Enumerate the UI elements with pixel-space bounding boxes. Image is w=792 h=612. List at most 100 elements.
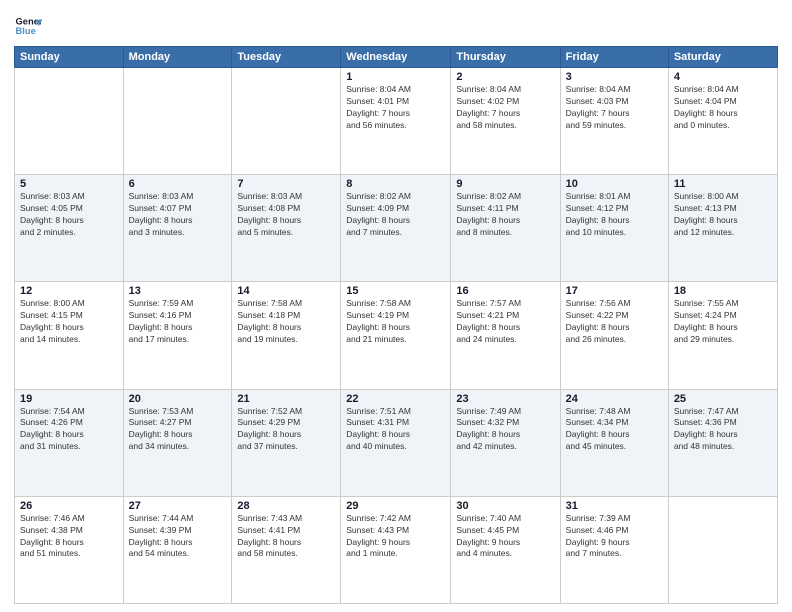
weekday-header-thursday: Thursday xyxy=(451,47,560,68)
day-cell-3: 3Sunrise: 8:04 AM Sunset: 4:03 PM Daylig… xyxy=(560,68,668,175)
day-detail: Sunrise: 8:03 AM Sunset: 4:05 PM Dayligh… xyxy=(20,191,118,239)
week-row-4: 19Sunrise: 7:54 AM Sunset: 4:26 PM Dayli… xyxy=(15,389,778,496)
day-cell-31: 31Sunrise: 7:39 AM Sunset: 4:46 PM Dayli… xyxy=(560,496,668,603)
day-number: 28 xyxy=(237,500,335,512)
day-detail: Sunrise: 8:00 AM Sunset: 4:13 PM Dayligh… xyxy=(674,191,772,239)
weekday-header-saturday: Saturday xyxy=(668,47,777,68)
weekday-header-tuesday: Tuesday xyxy=(232,47,341,68)
day-detail: Sunrise: 8:03 AM Sunset: 4:07 PM Dayligh… xyxy=(129,191,227,239)
day-cell-16: 16Sunrise: 7:57 AM Sunset: 4:21 PM Dayli… xyxy=(451,282,560,389)
day-number: 30 xyxy=(456,500,554,512)
day-detail: Sunrise: 7:47 AM Sunset: 4:36 PM Dayligh… xyxy=(674,406,772,454)
day-detail: Sunrise: 8:04 AM Sunset: 4:02 PM Dayligh… xyxy=(456,84,554,132)
day-detail: Sunrise: 7:57 AM Sunset: 4:21 PM Dayligh… xyxy=(456,298,554,346)
day-number: 26 xyxy=(20,500,118,512)
day-number: 20 xyxy=(129,393,227,405)
day-cell-13: 13Sunrise: 7:59 AM Sunset: 4:16 PM Dayli… xyxy=(123,282,232,389)
day-detail: Sunrise: 7:59 AM Sunset: 4:16 PM Dayligh… xyxy=(129,298,227,346)
day-detail: Sunrise: 7:58 AM Sunset: 4:19 PM Dayligh… xyxy=(346,298,445,346)
day-cell-28: 28Sunrise: 7:43 AM Sunset: 4:41 PM Dayli… xyxy=(232,496,341,603)
logo: General Blue xyxy=(14,12,46,40)
day-detail: Sunrise: 7:48 AM Sunset: 4:34 PM Dayligh… xyxy=(566,406,663,454)
day-detail: Sunrise: 8:00 AM Sunset: 4:15 PM Dayligh… xyxy=(20,298,118,346)
day-number: 11 xyxy=(674,178,772,190)
day-cell-10: 10Sunrise: 8:01 AM Sunset: 4:12 PM Dayli… xyxy=(560,175,668,282)
week-row-5: 26Sunrise: 7:46 AM Sunset: 4:38 PM Dayli… xyxy=(15,496,778,603)
weekday-header-monday: Monday xyxy=(123,47,232,68)
empty-cell xyxy=(123,68,232,175)
calendar-table: SundayMondayTuesdayWednesdayThursdayFrid… xyxy=(14,46,778,604)
day-detail: Sunrise: 7:49 AM Sunset: 4:32 PM Dayligh… xyxy=(456,406,554,454)
day-detail: Sunrise: 7:42 AM Sunset: 4:43 PM Dayligh… xyxy=(346,513,445,561)
day-number: 24 xyxy=(566,393,663,405)
day-cell-20: 20Sunrise: 7:53 AM Sunset: 4:27 PM Dayli… xyxy=(123,389,232,496)
day-number: 19 xyxy=(20,393,118,405)
day-cell-26: 26Sunrise: 7:46 AM Sunset: 4:38 PM Dayli… xyxy=(15,496,124,603)
empty-cell xyxy=(668,496,777,603)
day-number: 18 xyxy=(674,285,772,297)
day-number: 3 xyxy=(566,71,663,83)
day-cell-12: 12Sunrise: 8:00 AM Sunset: 4:15 PM Dayli… xyxy=(15,282,124,389)
day-cell-4: 4Sunrise: 8:04 AM Sunset: 4:04 PM Daylig… xyxy=(668,68,777,175)
day-cell-6: 6Sunrise: 8:03 AM Sunset: 4:07 PM Daylig… xyxy=(123,175,232,282)
empty-cell xyxy=(232,68,341,175)
day-detail: Sunrise: 8:04 AM Sunset: 4:01 PM Dayligh… xyxy=(346,84,445,132)
day-number: 23 xyxy=(456,393,554,405)
day-detail: Sunrise: 7:55 AM Sunset: 4:24 PM Dayligh… xyxy=(674,298,772,346)
calendar-page: General Blue SundayMondayTuesdayWednesda… xyxy=(0,0,792,612)
day-detail: Sunrise: 8:04 AM Sunset: 4:04 PM Dayligh… xyxy=(674,84,772,132)
day-cell-22: 22Sunrise: 7:51 AM Sunset: 4:31 PM Dayli… xyxy=(341,389,451,496)
day-detail: Sunrise: 7:53 AM Sunset: 4:27 PM Dayligh… xyxy=(129,406,227,454)
day-cell-14: 14Sunrise: 7:58 AM Sunset: 4:18 PM Dayli… xyxy=(232,282,341,389)
day-detail: Sunrise: 7:43 AM Sunset: 4:41 PM Dayligh… xyxy=(237,513,335,561)
day-detail: Sunrise: 8:04 AM Sunset: 4:03 PM Dayligh… xyxy=(566,84,663,132)
day-number: 21 xyxy=(237,393,335,405)
day-number: 8 xyxy=(346,178,445,190)
day-detail: Sunrise: 7:54 AM Sunset: 4:26 PM Dayligh… xyxy=(20,406,118,454)
day-detail: Sunrise: 8:02 AM Sunset: 4:11 PM Dayligh… xyxy=(456,191,554,239)
day-cell-21: 21Sunrise: 7:52 AM Sunset: 4:29 PM Dayli… xyxy=(232,389,341,496)
day-cell-17: 17Sunrise: 7:56 AM Sunset: 4:22 PM Dayli… xyxy=(560,282,668,389)
day-detail: Sunrise: 8:01 AM Sunset: 4:12 PM Dayligh… xyxy=(566,191,663,239)
day-number: 22 xyxy=(346,393,445,405)
day-number: 25 xyxy=(674,393,772,405)
day-cell-11: 11Sunrise: 8:00 AM Sunset: 4:13 PM Dayli… xyxy=(668,175,777,282)
week-row-3: 12Sunrise: 8:00 AM Sunset: 4:15 PM Dayli… xyxy=(15,282,778,389)
day-number: 29 xyxy=(346,500,445,512)
day-number: 17 xyxy=(566,285,663,297)
day-detail: Sunrise: 7:51 AM Sunset: 4:31 PM Dayligh… xyxy=(346,406,445,454)
empty-cell xyxy=(15,68,124,175)
day-cell-30: 30Sunrise: 7:40 AM Sunset: 4:45 PM Dayli… xyxy=(451,496,560,603)
day-detail: Sunrise: 7:46 AM Sunset: 4:38 PM Dayligh… xyxy=(20,513,118,561)
day-cell-1: 1Sunrise: 8:04 AM Sunset: 4:01 PM Daylig… xyxy=(341,68,451,175)
day-cell-18: 18Sunrise: 7:55 AM Sunset: 4:24 PM Dayli… xyxy=(668,282,777,389)
week-row-2: 5Sunrise: 8:03 AM Sunset: 4:05 PM Daylig… xyxy=(15,175,778,282)
day-number: 1 xyxy=(346,71,445,83)
day-cell-8: 8Sunrise: 8:02 AM Sunset: 4:09 PM Daylig… xyxy=(341,175,451,282)
day-cell-5: 5Sunrise: 8:03 AM Sunset: 4:05 PM Daylig… xyxy=(15,175,124,282)
weekday-header-wednesday: Wednesday xyxy=(341,47,451,68)
day-number: 14 xyxy=(237,285,335,297)
weekday-header-sunday: Sunday xyxy=(15,47,124,68)
day-detail: Sunrise: 7:52 AM Sunset: 4:29 PM Dayligh… xyxy=(237,406,335,454)
day-number: 13 xyxy=(129,285,227,297)
day-cell-27: 27Sunrise: 7:44 AM Sunset: 4:39 PM Dayli… xyxy=(123,496,232,603)
day-detail: Sunrise: 7:56 AM Sunset: 4:22 PM Dayligh… xyxy=(566,298,663,346)
day-number: 31 xyxy=(566,500,663,512)
day-cell-25: 25Sunrise: 7:47 AM Sunset: 4:36 PM Dayli… xyxy=(668,389,777,496)
day-detail: Sunrise: 7:58 AM Sunset: 4:18 PM Dayligh… xyxy=(237,298,335,346)
day-cell-23: 23Sunrise: 7:49 AM Sunset: 4:32 PM Dayli… xyxy=(451,389,560,496)
day-cell-19: 19Sunrise: 7:54 AM Sunset: 4:26 PM Dayli… xyxy=(15,389,124,496)
day-cell-15: 15Sunrise: 7:58 AM Sunset: 4:19 PM Dayli… xyxy=(341,282,451,389)
day-cell-24: 24Sunrise: 7:48 AM Sunset: 4:34 PM Dayli… xyxy=(560,389,668,496)
day-number: 12 xyxy=(20,285,118,297)
day-cell-29: 29Sunrise: 7:42 AM Sunset: 4:43 PM Dayli… xyxy=(341,496,451,603)
logo-icon: General Blue xyxy=(14,12,42,40)
day-number: 16 xyxy=(456,285,554,297)
day-cell-7: 7Sunrise: 8:03 AM Sunset: 4:08 PM Daylig… xyxy=(232,175,341,282)
day-detail: Sunrise: 8:03 AM Sunset: 4:08 PM Dayligh… xyxy=(237,191,335,239)
day-detail: Sunrise: 7:40 AM Sunset: 4:45 PM Dayligh… xyxy=(456,513,554,561)
week-row-1: 1Sunrise: 8:04 AM Sunset: 4:01 PM Daylig… xyxy=(15,68,778,175)
day-number: 6 xyxy=(129,178,227,190)
day-detail: Sunrise: 8:02 AM Sunset: 4:09 PM Dayligh… xyxy=(346,191,445,239)
